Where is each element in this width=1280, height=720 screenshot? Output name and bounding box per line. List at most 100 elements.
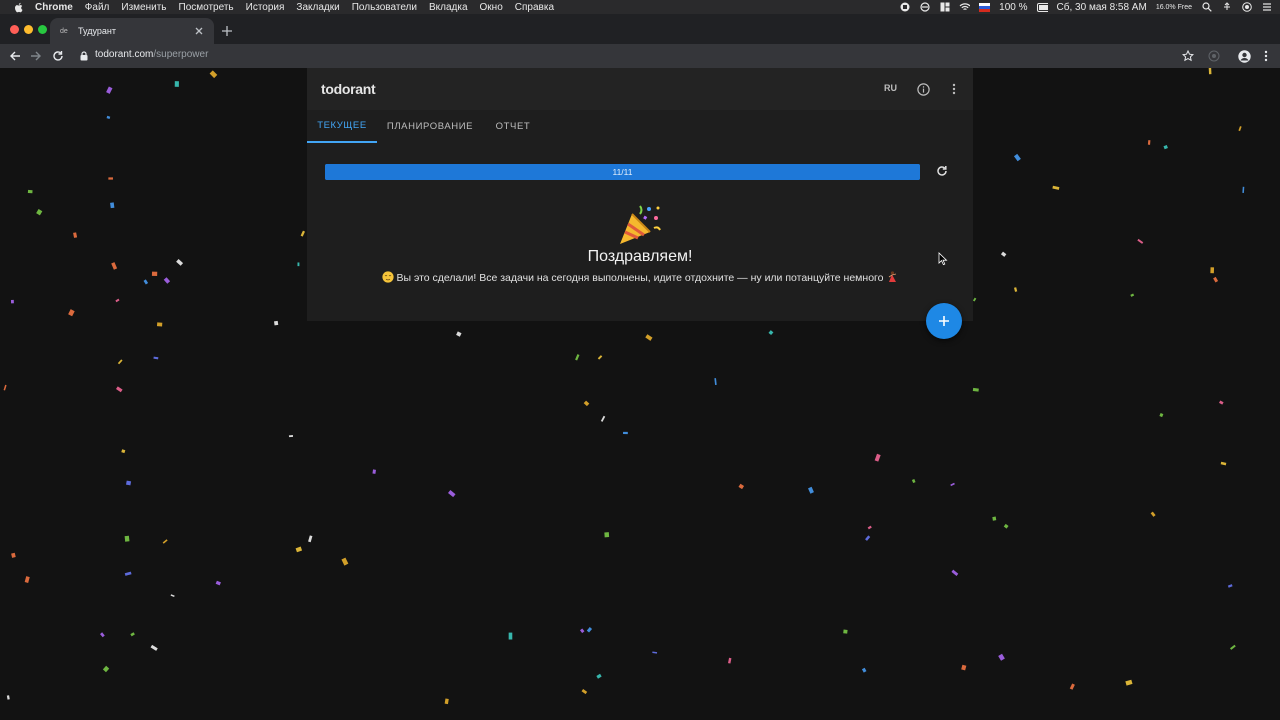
spotlight-search-icon[interactable]	[1201, 2, 1212, 13]
macos-menu-bar: Chrome Файл Изменить Посмотреть История …	[0, 0, 1280, 14]
confetti-piece	[1242, 186, 1245, 193]
url-path: /superpower	[153, 49, 209, 60]
confetti-piece	[162, 539, 168, 544]
menu-app-name[interactable]: Chrome	[35, 2, 73, 13]
tab-planning[interactable]: ПЛАНИРОВАНИЕ	[383, 110, 477, 142]
confetti-piece	[623, 431, 628, 435]
confetti-piece	[1219, 400, 1224, 405]
share-icon[interactable]	[1221, 2, 1232, 13]
congrats-title: Поздравляем!	[587, 248, 693, 265]
confetti-piece	[1229, 644, 1236, 650]
window-close-button[interactable]	[10, 25, 19, 34]
url-host: todorant.com	[95, 49, 154, 60]
record-icon[interactable]	[899, 2, 910, 13]
lock-icon[interactable]	[79, 50, 89, 62]
menu-help[interactable]: Справка	[515, 2, 554, 13]
add-task-button[interactable]	[926, 303, 962, 339]
confetti-piece	[738, 483, 745, 490]
menu-window[interactable]: Окно	[480, 2, 503, 13]
close-tab-icon[interactable]	[192, 24, 206, 38]
back-arrow-icon[interactable]	[8, 49, 22, 63]
confetti-piece	[124, 535, 130, 542]
window-maximize-button[interactable]	[38, 25, 47, 34]
menu-view[interactable]: Посмотреть	[179, 2, 234, 13]
confetti-piece	[295, 546, 303, 553]
refresh-icon[interactable]	[935, 164, 949, 178]
forward-arrow-icon[interactable]	[29, 49, 43, 63]
siri-icon[interactable]	[1241, 2, 1252, 13]
language-button[interactable]: RU	[884, 83, 897, 93]
apple-logo-icon[interactable]	[13, 1, 25, 13]
window-minimize-button[interactable]	[24, 25, 33, 34]
confetti-piece	[308, 535, 313, 543]
confetti-piece	[130, 632, 135, 637]
tab-report[interactable]: ОТЧЕТ	[489, 110, 537, 142]
menu-profiles[interactable]: Пользователи	[352, 2, 417, 13]
confetti-piece	[1069, 683, 1075, 690]
confetti-piece	[448, 490, 456, 498]
confetti-piece	[176, 259, 184, 266]
do-not-disturb-icon[interactable]	[919, 2, 930, 13]
confetti-piece	[274, 320, 279, 326]
confetti-piece	[714, 378, 717, 386]
profile-avatar-icon[interactable]	[1237, 49, 1251, 63]
browser-menu-icon[interactable]	[1259, 49, 1273, 63]
confetti-piece	[73, 232, 78, 238]
confetti-piece	[151, 271, 158, 277]
confetti-piece	[998, 653, 1005, 661]
confetti-piece	[27, 189, 33, 194]
confetti-piece	[1014, 287, 1018, 292]
confetti-piece	[108, 177, 114, 180]
confetti-piece	[100, 632, 105, 638]
confetti-piece	[1238, 126, 1242, 132]
confetti-piece	[1208, 68, 1212, 75]
notification-center-icon[interactable]	[1261, 2, 1272, 13]
confetti-piece	[645, 334, 653, 341]
new-tab-button[interactable]	[220, 24, 234, 38]
tab-current[interactable]: ТЕКУЩЕЕ	[307, 110, 377, 143]
window-manager-icon[interactable]	[939, 2, 950, 13]
menu-edit[interactable]: Изменить	[121, 2, 166, 13]
info-icon[interactable]	[916, 82, 930, 96]
battery-icon[interactable]	[1036, 2, 1048, 13]
confetti-piece	[297, 262, 300, 267]
progress-label: 11/11	[612, 167, 633, 177]
confetti-piece	[1159, 412, 1164, 418]
confetti-piece	[597, 355, 603, 360]
confetti-piece	[156, 322, 163, 327]
confetti-piece	[170, 594, 175, 598]
confetti-piece	[106, 86, 113, 94]
confetti-piece	[1052, 185, 1060, 190]
confetti-piece	[586, 627, 593, 633]
confetti-piece	[68, 309, 75, 317]
confetti-piece	[3, 384, 7, 391]
confetti-piece	[652, 651, 658, 654]
confetti-piece	[596, 673, 602, 679]
address-bar[interactable]: todorant.com/superpower	[95, 49, 208, 60]
browser-tab[interactable]: de Тудурант	[50, 18, 214, 44]
confetti-piece	[508, 632, 513, 640]
confetti-piece	[24, 576, 30, 583]
menu-file[interactable]: Файл	[85, 2, 110, 13]
extension-icon[interactable]	[1207, 49, 1221, 63]
reload-icon[interactable]	[51, 49, 65, 63]
confetti-piece	[1125, 679, 1133, 686]
confetti-piece	[163, 277, 171, 284]
confetti-piece	[1210, 267, 1215, 274]
confetti-piece	[143, 279, 149, 285]
input-source-flag-icon[interactable]	[979, 2, 991, 13]
bookmark-star-icon[interactable]	[1181, 49, 1195, 63]
menu-history[interactable]: История	[246, 2, 285, 13]
app-logo[interactable]: todorant	[321, 81, 376, 97]
confetti-piece	[126, 480, 132, 486]
confetti-piece	[209, 70, 218, 79]
confetti-piece	[121, 449, 126, 454]
confetti-piece	[117, 359, 123, 365]
clock[interactable]: Сб, 30 мая 8:58 AM	[1057, 2, 1147, 13]
app-menu-icon[interactable]	[948, 82, 960, 96]
menu-bookmarks[interactable]: Закладки	[296, 2, 339, 13]
memory-stat[interactable]: 16.0% Free	[1156, 4, 1192, 11]
confetti-piece	[10, 299, 14, 304]
wifi-icon[interactable]	[959, 2, 971, 13]
menu-tab[interactable]: Вкладка	[429, 2, 468, 13]
